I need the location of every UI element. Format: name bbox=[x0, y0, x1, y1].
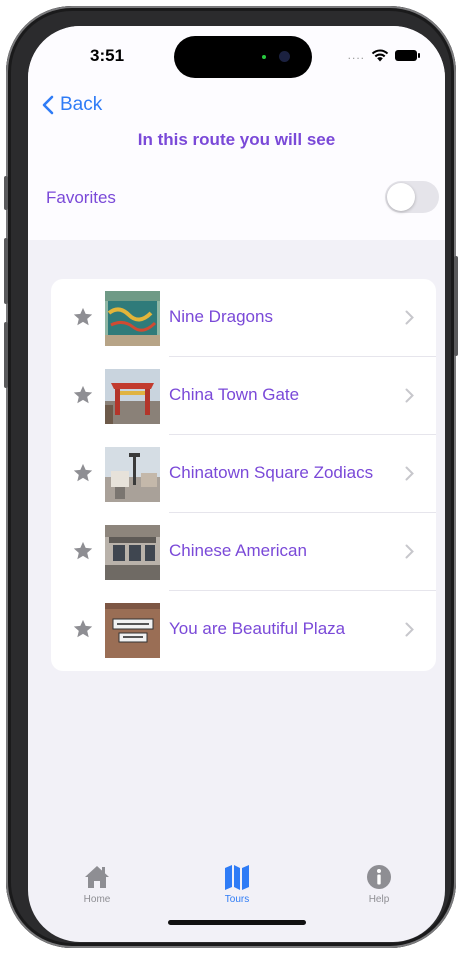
tab-help[interactable]: Help bbox=[334, 862, 424, 905]
chevron-right-icon bbox=[405, 310, 414, 325]
tab-label: Help bbox=[368, 894, 390, 905]
volume-down-button bbox=[4, 322, 8, 388]
wifi-icon bbox=[371, 49, 389, 61]
favorites-label: Favorites bbox=[46, 188, 116, 207]
page-title: In this route you will see bbox=[137, 130, 336, 149]
chevron-right-icon bbox=[405, 622, 414, 637]
tab-bar: Home Tours Help bbox=[28, 854, 445, 914]
place-name: Chinese American bbox=[169, 541, 307, 560]
chevron-right-icon bbox=[405, 544, 414, 559]
tab-label: Tours bbox=[224, 894, 250, 905]
nine-dragons-photo bbox=[105, 291, 160, 346]
chinese-american-museum-photo bbox=[105, 525, 160, 580]
place-name: You are Beautiful Plaza bbox=[169, 619, 346, 638]
power-button bbox=[454, 256, 458, 356]
star-icon[interactable] bbox=[72, 462, 94, 484]
tab-home[interactable]: Home bbox=[52, 862, 142, 905]
status-indicators: .... bbox=[347, 48, 420, 62]
favorites-toggle[interactable] bbox=[385, 181, 439, 213]
chevron-right-icon bbox=[405, 466, 414, 481]
tab-tours[interactable]: Tours bbox=[192, 862, 282, 905]
star-icon[interactable] bbox=[72, 384, 94, 406]
back-button[interactable]: Back bbox=[42, 94, 102, 116]
dynamic-island bbox=[174, 36, 312, 78]
silent-switch bbox=[4, 176, 8, 210]
chevron-right-icon bbox=[405, 388, 414, 403]
signal-icon: .... bbox=[347, 48, 365, 62]
list-item[interactable]: Chinese American bbox=[51, 513, 436, 591]
square-zodiacs-photo bbox=[105, 447, 160, 502]
map-icon bbox=[225, 865, 249, 890]
place-name: China Town Gate bbox=[169, 385, 300, 404]
volume-up-button bbox=[4, 238, 8, 304]
battery-icon bbox=[395, 49, 420, 61]
house-icon bbox=[85, 866, 109, 888]
phone-frame: 3:51 .... Back In this route you will se… bbox=[4, 6, 458, 948]
status-time: 3:51 bbox=[90, 46, 125, 65]
list-item[interactable]: You are Beautiful Plaza bbox=[51, 591, 436, 669]
list-item[interactable]: China Town Gate bbox=[51, 357, 436, 435]
home-indicator[interactable] bbox=[168, 920, 306, 925]
tab-label: Home bbox=[83, 894, 111, 905]
star-icon[interactable] bbox=[72, 540, 94, 562]
toggle-knob bbox=[387, 183, 415, 211]
star-icon[interactable] bbox=[72, 306, 94, 328]
back-label: Back bbox=[60, 94, 103, 115]
list-item[interactable]: Chinatown Square Zodiacs bbox=[51, 435, 436, 513]
china-town-gate-photo bbox=[105, 369, 160, 424]
chevron-left-icon bbox=[42, 95, 54, 115]
camera-indicator-icon bbox=[262, 55, 266, 59]
screen: 3:51 .... Back In this route you will se… bbox=[28, 26, 445, 942]
place-name: Chinatown Square Zodiacs bbox=[169, 463, 374, 482]
plaza-sign-photo bbox=[105, 603, 160, 658]
places-list: Nine Dragons China Town Gate Chinatown S… bbox=[51, 279, 436, 671]
star-icon[interactable] bbox=[72, 618, 94, 640]
info-circle-icon bbox=[367, 865, 391, 889]
list-item[interactable]: Nine Dragons bbox=[51, 279, 436, 357]
place-name: Nine Dragons bbox=[169, 307, 273, 326]
camera-icon bbox=[279, 51, 290, 62]
